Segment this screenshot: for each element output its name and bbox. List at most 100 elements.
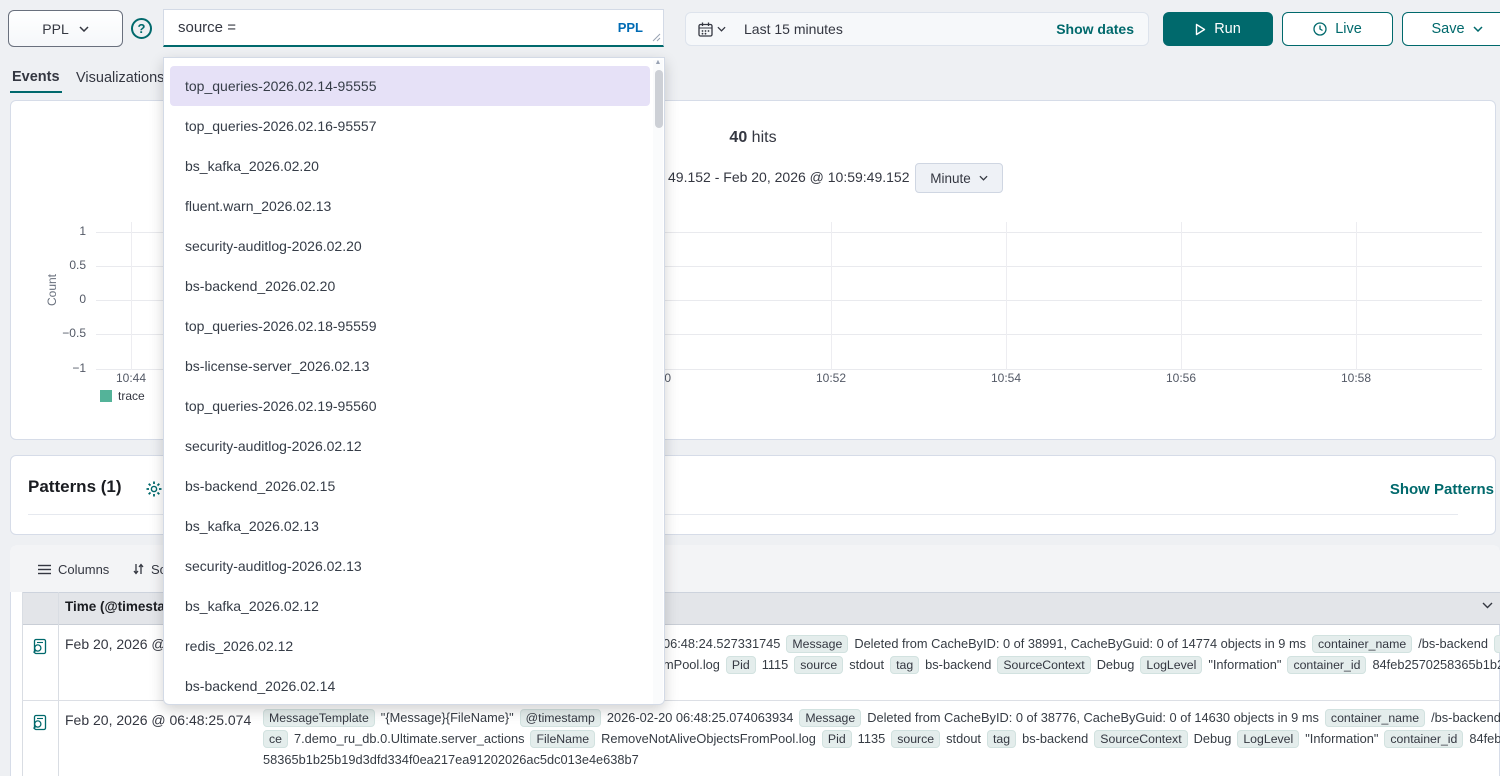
field-value: stdout bbox=[946, 731, 981, 746]
chevron-down-icon bbox=[979, 175, 988, 181]
tab-events[interactable]: Events bbox=[10, 62, 62, 93]
suggestion-item[interactable]: bs_kafka_2026.02.20 bbox=[170, 146, 650, 186]
suggestion-item[interactable]: bs-backend_2026.02.14 bbox=[170, 666, 650, 705]
field-badge[interactable]: source bbox=[891, 730, 940, 748]
field-value: /bs-backend bbox=[1431, 710, 1500, 725]
field-badge[interactable]: tag bbox=[890, 656, 919, 674]
field-value: 7.demo_ru_db.0.Ultimate.server_actions bbox=[294, 731, 524, 746]
save-button[interactable]: Save bbox=[1402, 12, 1500, 46]
legend-item[interactable]: trace bbox=[100, 389, 145, 403]
log-line: 06:48:24.527331745MessageDeleted from Ca… bbox=[663, 634, 1500, 653]
field-badge[interactable]: LogLevel bbox=[1237, 730, 1299, 748]
help-icon[interactable]: ? bbox=[131, 18, 152, 39]
suggestion-item[interactable]: security-auditlog-2026.02.20 bbox=[170, 226, 650, 266]
time-range-picker[interactable]: Last 15 minutes Show dates bbox=[685, 12, 1149, 46]
dropdown-scrollbar[interactable] bbox=[653, 60, 663, 704]
suggestion-item[interactable]: bs_kafka_2026.02.13 bbox=[170, 506, 650, 546]
suggestion-item[interactable]: top_queries-2026.02.19-95560 bbox=[170, 386, 650, 426]
suggestion-item[interactable]: bs-license-server_2026.02.13 bbox=[170, 346, 650, 386]
clock-icon bbox=[1313, 22, 1327, 36]
field-badge[interactable]: tag bbox=[987, 730, 1016, 748]
x-gridline bbox=[831, 222, 832, 370]
field-value: 84feb25702 bbox=[1469, 731, 1500, 746]
log-line: MessageTemplate"{Message}{FileName}"@tim… bbox=[263, 708, 1500, 727]
field-badge[interactable]: @timestamp bbox=[520, 709, 601, 727]
field-badge[interactable]: container_name bbox=[1312, 635, 1412, 653]
field-value: 58365b1b25b19d3dfd334f0ea217ea91202026ac… bbox=[263, 752, 639, 767]
field-badge[interactable]: Pid bbox=[822, 730, 852, 748]
x-gridline bbox=[1006, 222, 1007, 370]
field-value: Deleted from CacheByID: 0 of 38991, Cach… bbox=[854, 636, 1306, 651]
interval-select[interactable]: Minute bbox=[915, 163, 1003, 193]
field-value: 84feb2570258365b1b25b1 bbox=[1372, 657, 1500, 672]
field-badge[interactable]: Message bbox=[799, 709, 861, 727]
scrollbar-thumb[interactable] bbox=[655, 70, 663, 128]
x-gridline bbox=[1356, 222, 1357, 370]
field-badge[interactable]: source bbox=[794, 656, 843, 674]
field-badge[interactable]: container_id bbox=[1384, 730, 1463, 748]
x-gridline bbox=[131, 222, 132, 370]
sort-icon bbox=[133, 563, 144, 575]
play-icon bbox=[1195, 23, 1206, 36]
chevron-down-icon bbox=[717, 26, 726, 32]
columns-button[interactable]: Columns bbox=[38, 559, 109, 579]
field-badge[interactable]: SourceContext bbox=[997, 656, 1090, 674]
query-language-selector[interactable]: PPL bbox=[8, 10, 123, 47]
suggestion-item[interactable]: top_queries-2026.02.18-95559 bbox=[170, 306, 650, 346]
field-badge[interactable]: Message bbox=[786, 635, 848, 653]
field-badge[interactable]: ce bbox=[263, 730, 288, 748]
query-input[interactable]: source = PPL bbox=[163, 9, 664, 47]
field-badge[interactable]: LogLevel bbox=[1140, 656, 1202, 674]
suggestion-item[interactable]: bs-backend_2026.02.15 bbox=[170, 466, 650, 506]
field-value: Debug bbox=[1097, 657, 1135, 672]
run-button[interactable]: Run bbox=[1163, 12, 1273, 46]
log-line: ce 7.demo_ru_db.0.Ultimate.server_actions… bbox=[263, 729, 1500, 748]
chevron-down-icon bbox=[1473, 26, 1483, 32]
field-badge[interactable]: MessageTemplate bbox=[263, 709, 375, 727]
suggestion-item[interactable]: security-auditlog-2026.02.13 bbox=[170, 546, 650, 586]
suggestion-item[interactable]: bs_kafka_2026.02.12 bbox=[170, 586, 650, 626]
inspect-document-icon[interactable] bbox=[31, 638, 48, 655]
save-button-label: Save bbox=[1431, 21, 1464, 37]
suggestion-item[interactable]: top_queries-2026.02.14-95555 bbox=[170, 66, 650, 106]
suggestion-item[interactable]: fluent.warn_2026.02.13 bbox=[170, 186, 650, 226]
x-axis-tick: 10:54 bbox=[984, 371, 1028, 385]
suggestion-item[interactable]: security-auditlog-2026.02.12 bbox=[170, 426, 650, 466]
field-badge[interactable]: container_name bbox=[1325, 709, 1425, 727]
field-value: "Information" bbox=[1305, 731, 1378, 746]
chevron-down-icon bbox=[79, 26, 89, 32]
show-dates-link[interactable]: Show dates bbox=[1056, 21, 1148, 37]
suggestion-item[interactable]: bs-backend_2026.02.20 bbox=[170, 266, 650, 306]
patterns-title: Patterns (1) bbox=[28, 477, 122, 497]
field-value: mPool.log bbox=[663, 657, 720, 672]
suggestion-item[interactable]: top_queries-2026.02.16-95557 bbox=[170, 106, 650, 146]
time-range-label[interactable]: Last 15 minutes bbox=[736, 21, 1056, 37]
suggestion-item[interactable]: redis_2026.02.12 bbox=[170, 626, 650, 666]
chart-legend[interactable]: trace bbox=[100, 389, 145, 403]
live-button-label: Live bbox=[1335, 21, 1362, 37]
scrollbar-up-arrow[interactable]: ▲ bbox=[653, 59, 663, 66]
field-badge[interactable]: SourceContext bbox=[1094, 730, 1187, 748]
gear-icon[interactable] bbox=[146, 481, 162, 497]
show-patterns-link[interactable]: Show Patterns bbox=[1390, 481, 1494, 498]
x-axis-tick: 10:44 bbox=[109, 371, 153, 385]
x-axis-tick: 10:52 bbox=[809, 371, 853, 385]
columns-icon bbox=[38, 564, 51, 575]
inspect-document-icon[interactable] bbox=[31, 714, 48, 731]
x-axis-tick: 10:58 bbox=[1334, 371, 1378, 385]
field-badge[interactable]: Instan bbox=[1494, 635, 1500, 653]
y-axis-tick: −1 bbox=[44, 361, 86, 375]
calendar-menu-button[interactable] bbox=[686, 13, 736, 45]
field-badge[interactable]: Pid bbox=[726, 656, 756, 674]
run-button-label: Run bbox=[1214, 21, 1241, 37]
column-options-chevron[interactable] bbox=[1482, 602, 1493, 609]
live-button[interactable]: Live bbox=[1282, 12, 1393, 46]
resize-handle-icon[interactable] bbox=[652, 33, 661, 42]
field-badge[interactable]: container_id bbox=[1287, 656, 1366, 674]
query-language-label: PPL bbox=[42, 21, 68, 37]
columns-label: Columns bbox=[58, 562, 109, 577]
field-badge[interactable]: FileName bbox=[530, 730, 595, 748]
tab-visualizations[interactable]: Visualizations bbox=[74, 62, 166, 93]
field-value: Debug bbox=[1194, 731, 1232, 746]
calendar-icon bbox=[698, 22, 713, 37]
